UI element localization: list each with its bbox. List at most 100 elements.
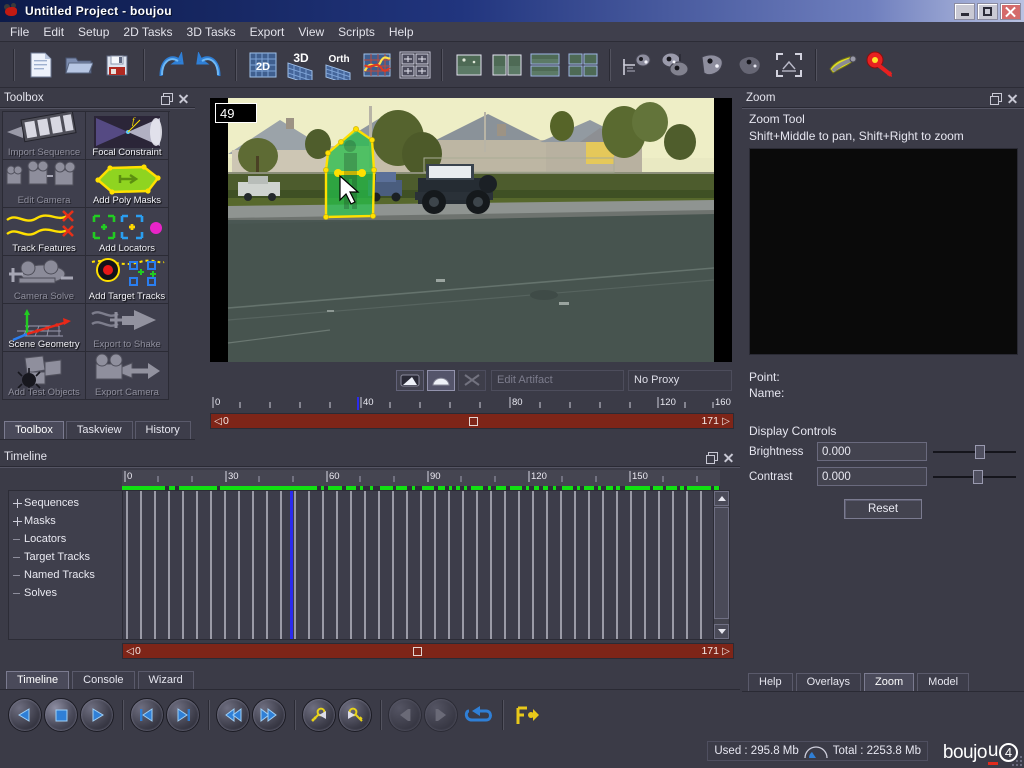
tab-history[interactable]: History [134,421,191,439]
toolbox-item-track-features[interactable]: Track Features [3,208,86,256]
lock-playback-button[interactable] [510,698,544,732]
zoom-preview-area[interactable] [749,148,1018,355]
brightness-input[interactable]: 0.000 [817,442,927,461]
menu-file[interactable]: File [3,23,36,41]
play-backward-button[interactable] [8,698,42,732]
viewport-frame-ruler[interactable]: 0 40 80 120 160 [210,395,734,413]
scroll-down-button[interactable] [714,624,729,639]
go-to-end-button[interactable] [252,698,286,732]
step-forward-button[interactable] [166,698,200,732]
menu-help[interactable]: Help [382,23,421,41]
proxy-selector[interactable]: No Proxy [628,369,732,391]
minimize-button[interactable] [954,3,975,20]
frame-bounds-icon[interactable] [771,47,807,83]
save-project-icon[interactable] [99,47,135,83]
contrast-slider[interactable] [933,467,1016,486]
range-thumb[interactable] [469,417,478,426]
range-thumb[interactable] [413,647,422,656]
go-to-start-button[interactable] [216,698,250,732]
maximize-button[interactable] [977,3,998,20]
target-track-icon[interactable] [863,47,899,83]
tab-taskview[interactable]: Taskview [65,421,133,439]
menu-scripts[interactable]: Scripts [331,23,382,41]
tree-item-solves[interactable]: Solves [9,584,122,602]
tree-item-locators[interactable]: Locators [9,530,122,548]
loop-button[interactable] [460,698,494,732]
tree-item-target-tracks[interactable]: Target Tracks [9,548,122,566]
tab-wizard[interactable]: Wizard [137,671,194,689]
prev-key-button[interactable] [302,698,336,732]
viewport-range-scrollbar[interactable]: ◁ 0 171 ▷ [210,413,734,429]
mask-paint-icon[interactable] [825,47,861,83]
viewport-image[interactable]: 49 [210,98,732,362]
edit-artifact-field[interactable]: Edit Artifact [491,369,624,391]
view-2d-icon[interactable]: 2D [245,47,281,83]
range-left-arrow[interactable]: ◁ [213,416,223,427]
next-key-button[interactable] [338,698,372,732]
tab-zoom[interactable]: Zoom [864,673,915,691]
close-icon[interactable] [723,452,734,463]
camera-ghost-icon[interactable] [733,47,769,83]
undo-icon[interactable] [153,47,189,83]
timeline-playhead[interactable] [290,491,293,639]
toolbox-item-camera-solve[interactable]: Camera Solve [3,256,86,304]
undock-icon[interactable] [706,451,718,464]
toolbox-item-add-poly-masks[interactable]: Add Poly Masks [86,160,169,208]
layout-two-up-icon[interactable] [489,47,525,83]
scroll-thumb[interactable] [714,507,729,619]
menu-edit[interactable]: Edit [36,23,71,41]
tab-toolbox[interactable]: Toolbox [4,421,64,439]
menu-setup[interactable]: Setup [71,23,116,41]
view-3d-icon[interactable]: 3D [283,47,319,83]
tree-item-named-tracks[interactable]: Named Tracks [9,566,122,584]
brightness-slider[interactable] [933,442,1016,461]
timeline-range-scrollbar[interactable]: ◁ 0 171 ▷ [122,643,734,659]
contrast-input[interactable]: 0.000 [817,467,927,486]
tab-timeline[interactable]: Timeline [6,671,70,689]
toolbox-item-add-test-objects[interactable]: Add Test Objects [3,352,86,400]
undock-icon[interactable] [990,92,1002,105]
resize-grip[interactable] [1010,754,1022,766]
camera-path-icon[interactable] [619,47,655,83]
timeline-vertical-scrollbar[interactable] [713,490,730,640]
open-project-icon[interactable] [61,47,97,83]
new-project-icon[interactable] [23,47,59,83]
toolbox-item-edit-camera[interactable]: Edit Camera [3,160,86,208]
camera-single-icon[interactable] [695,47,731,83]
reset-button[interactable]: Reset [844,499,922,519]
multi-camera-icon[interactable] [657,47,693,83]
step-back-button[interactable] [130,698,164,732]
prev-marker-button[interactable] [388,698,422,732]
tab-overlays[interactable]: Overlays [795,673,862,691]
tree-item-sequences[interactable]: Sequences [9,494,122,512]
toolbox-item-focal-constraint[interactable]: f Focal Constraint [86,112,169,160]
toolbox-item-import-sequence[interactable]: Import Sequence [3,112,86,160]
tab-console[interactable]: Console [72,671,135,689]
mask-tool-icon[interactable] [427,369,455,391]
toolbox-item-export-to-shake[interactable]: Export to Shake [86,304,169,352]
range-right-arrow[interactable]: ▷ [721,646,731,657]
play-forward-button[interactable] [80,698,114,732]
layout-quad-icon[interactable] [565,47,601,83]
menu-export[interactable]: Export [243,23,292,41]
stop-button[interactable] [44,698,78,732]
close-button[interactable] [1000,3,1021,20]
view-graph-icon[interactable] [359,47,395,83]
undock-icon[interactable] [161,92,173,105]
menu-2d-tasks[interactable]: 2D Tasks [116,23,179,41]
menu-3d-tasks[interactable]: 3D Tasks [180,23,243,41]
next-marker-button[interactable] [424,698,458,732]
range-right-arrow[interactable]: ▷ [721,416,731,427]
view-orth-icon[interactable]: Orth [321,47,357,83]
layout-stacked-icon[interactable] [527,47,563,83]
tab-help[interactable]: Help [748,673,793,691]
close-icon[interactable] [1007,93,1018,104]
expander-icon[interactable] [13,498,22,508]
tree-item-masks[interactable]: Masks [9,512,122,530]
scroll-up-button[interactable] [714,491,729,506]
pan-tool-icon[interactable] [396,369,424,391]
close-icon[interactable] [178,93,189,104]
view-split-grid-icon[interactable] [397,47,433,83]
layout-single-icon[interactable] [451,47,487,83]
redo-icon[interactable] [191,47,227,83]
